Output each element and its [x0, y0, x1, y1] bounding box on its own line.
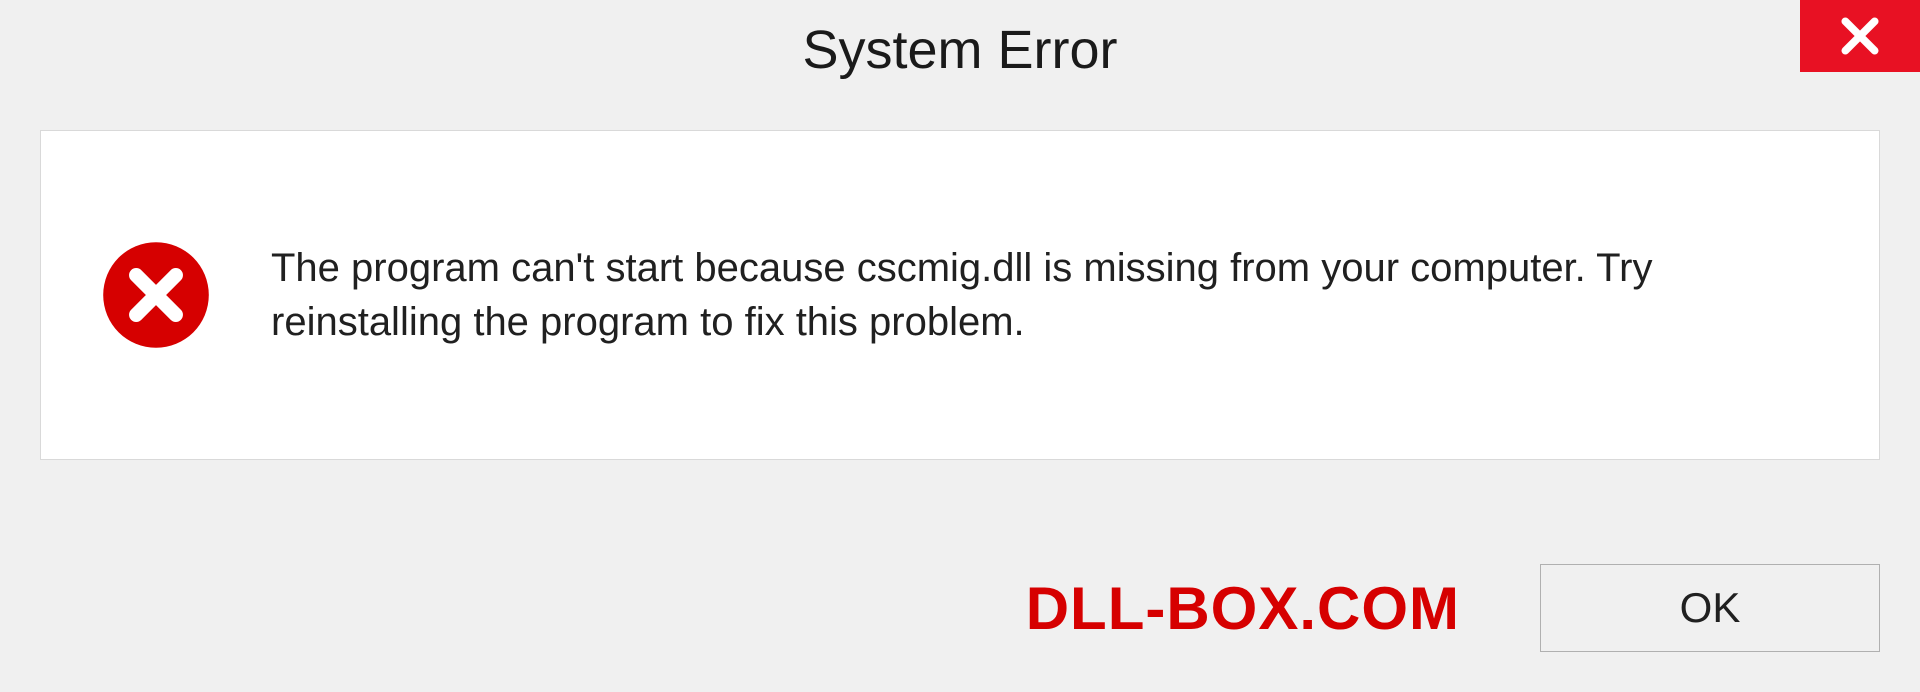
- content-panel: The program can't start because cscmig.d…: [40, 130, 1880, 460]
- footer: DLL-BOX.COM OK: [0, 564, 1920, 652]
- error-icon: [101, 240, 211, 350]
- watermark-text: DLL-BOX.COM: [1026, 574, 1460, 643]
- ok-button[interactable]: OK: [1540, 564, 1880, 652]
- ok-button-label: OK: [1680, 584, 1741, 632]
- error-message: The program can't start because cscmig.d…: [271, 241, 1819, 349]
- close-icon: [1838, 14, 1882, 58]
- close-button[interactable]: [1800, 0, 1920, 72]
- dialog-title: System Error: [802, 19, 1117, 81]
- titlebar: System Error: [0, 0, 1920, 100]
